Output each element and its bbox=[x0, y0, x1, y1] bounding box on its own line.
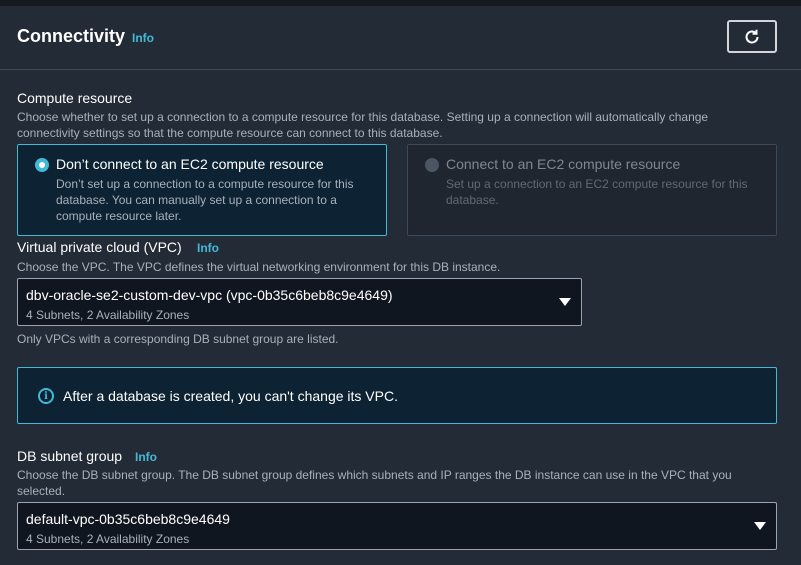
alert-text: After a database is created, you can't c… bbox=[63, 388, 398, 404]
vpc-hint: Only VPCs with a corresponding DB subnet… bbox=[17, 332, 339, 346]
desc-line: Set up a connection to an EC2 compute re… bbox=[446, 177, 748, 191]
subnet-desc-1: Choose the DB subnet group. The DB subne… bbox=[17, 468, 732, 482]
radio-connect[interactable] bbox=[425, 158, 439, 172]
desc-line: compute resource later. bbox=[56, 209, 182, 223]
info-alert: i After a database is created, you can't… bbox=[17, 367, 777, 424]
subnet-select-value: default-vpc-0b35c6beb8c9e4649 bbox=[26, 511, 230, 527]
compute-resource-desc-1: Choose whether to set up a connection to… bbox=[17, 110, 709, 124]
option-connect-title: Connect to an EC2 compute resource bbox=[446, 156, 681, 172]
desc-line: database. bbox=[446, 193, 499, 207]
vpc-select-sub: 4 Subnets, 2 Availability Zones bbox=[26, 308, 190, 322]
info-icon: i bbox=[38, 388, 54, 404]
panel-title: Connectivity bbox=[17, 26, 126, 46]
option-no-connect-title: Don’t connect to an EC2 compute resource bbox=[56, 156, 324, 172]
subnet-label: DB subnet group bbox=[17, 448, 123, 464]
caret-down-icon bbox=[754, 522, 766, 530]
compute-resource-desc-2: connectivity settings so that the comput… bbox=[17, 126, 443, 140]
connectivity-panel: Connectivity Info Compute resource Choos… bbox=[0, 6, 801, 565]
vpc-select[interactable]: dbv-oracle-se2-custom-dev-vpc (vpc-0b35c… bbox=[17, 278, 582, 326]
compute-resource-label: Compute resource bbox=[17, 90, 133, 106]
subnet-select-sub: 4 Subnets, 2 Availability Zones bbox=[26, 532, 190, 546]
vpc-select-value: dbv-oracle-se2-custom-dev-vpc (vpc-0b35c… bbox=[26, 287, 393, 303]
vpc-desc: Choose the VPC. The VPC defines the virt… bbox=[17, 260, 501, 274]
refresh-button[interactable] bbox=[727, 20, 777, 53]
panel-header: Connectivity Info bbox=[0, 6, 801, 70]
vpc-label: Virtual private cloud (VPC) bbox=[17, 239, 182, 255]
desc-line: database. You can manually set up a conn… bbox=[56, 193, 337, 207]
refresh-icon bbox=[745, 29, 759, 43]
subnet-desc-2: selected. bbox=[17, 484, 66, 498]
subnet-info-link[interactable]: Info bbox=[135, 450, 157, 464]
connectivity-info-link[interactable]: Info bbox=[132, 31, 154, 45]
option-no-connect-tile[interactable]: Don’t connect to an EC2 compute resource… bbox=[17, 144, 387, 236]
option-connect-tile[interactable]: Connect to an EC2 compute resource Set u… bbox=[407, 144, 777, 236]
subnet-select[interactable]: default-vpc-0b35c6beb8c9e4649 4 Subnets,… bbox=[17, 502, 777, 550]
radio-no-connect[interactable] bbox=[35, 158, 49, 172]
option-no-connect-desc: Don’t set up a connection to a compute r… bbox=[56, 176, 376, 224]
desc-line: Don’t set up a connection to a compute r… bbox=[56, 177, 354, 191]
option-connect-desc: Set up a connection to an EC2 compute re… bbox=[446, 176, 766, 208]
caret-down-icon bbox=[559, 298, 571, 306]
vpc-info-link[interactable]: Info bbox=[197, 241, 219, 255]
